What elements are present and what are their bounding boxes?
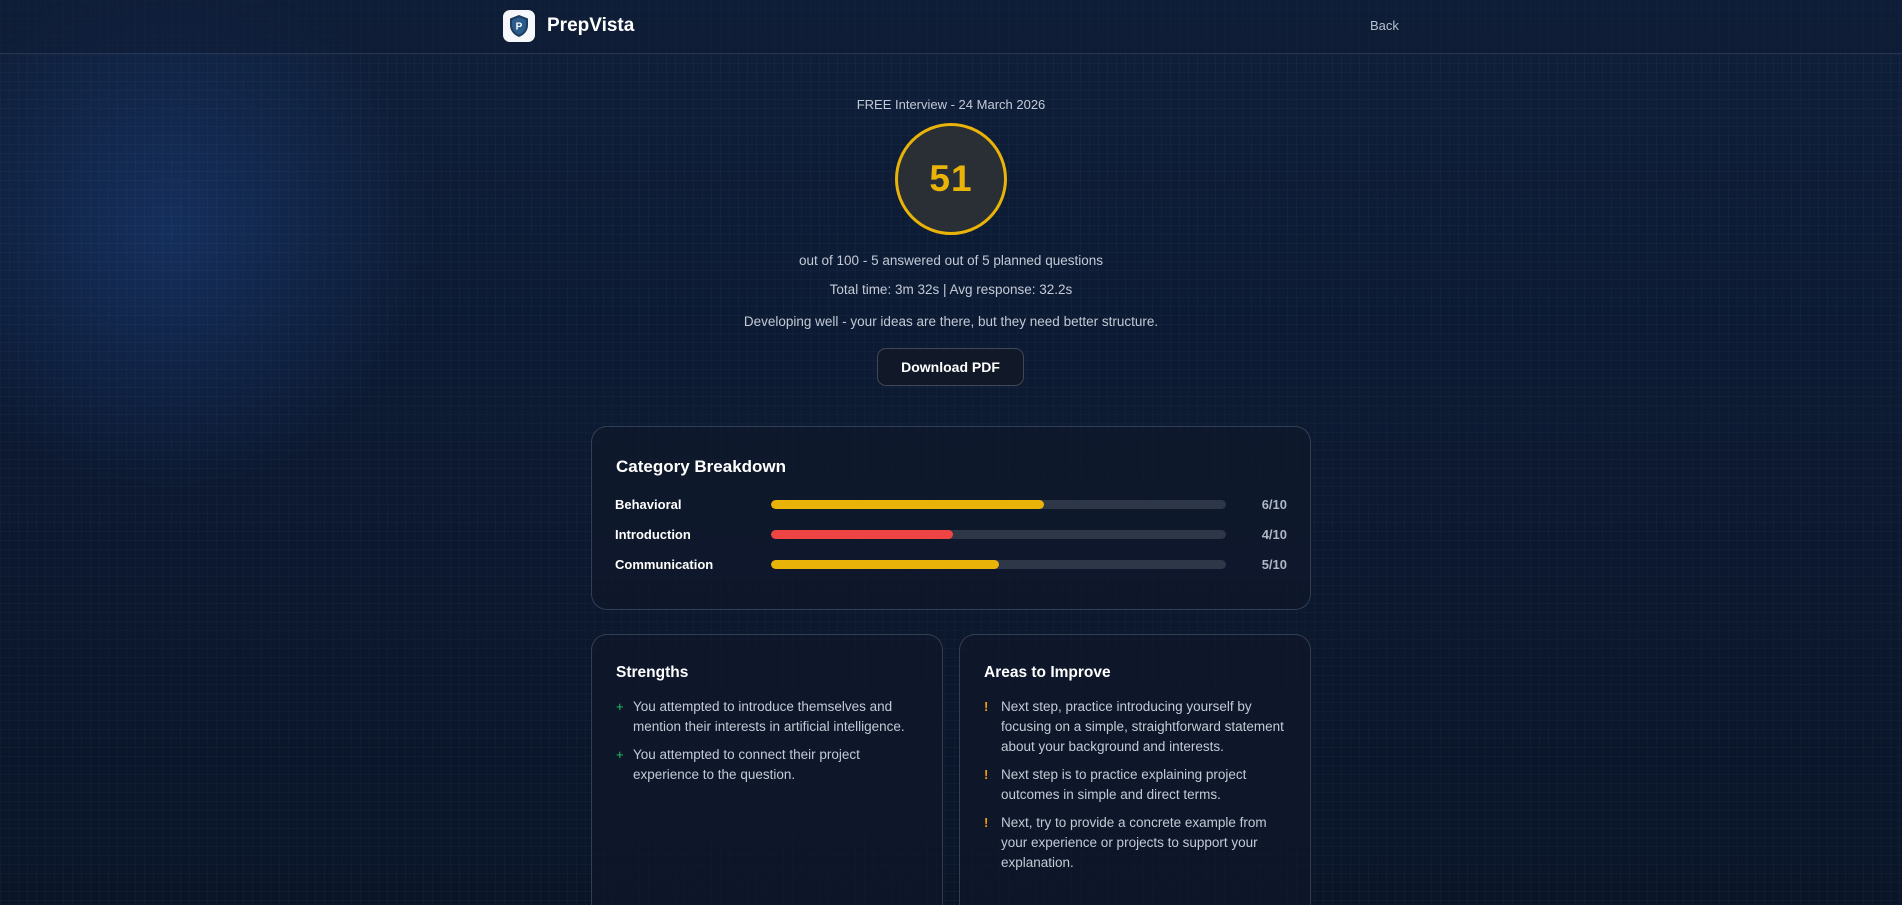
- category-row-behavioral: Behavioral 6/10: [615, 496, 1287, 514]
- shield-logo-icon: P: [503, 10, 535, 42]
- interview-subtitle: FREE Interview - 24 March 2026: [856, 97, 1046, 112]
- brand[interactable]: P PrepVista: [503, 10, 634, 42]
- list-item: + You attempted to introduce themselves …: [616, 697, 916, 737]
- download-pdf-button[interactable]: Download PDF: [877, 348, 1024, 386]
- exclamation-icon: !: [984, 699, 989, 714]
- category-breakdown-card: Category Breakdown Behavioral 6/10 Intro…: [591, 426, 1311, 610]
- plus-icon: +: [616, 747, 624, 762]
- score-summary: out of 100 - 5 answered out of 5 planned…: [799, 253, 1103, 268]
- svg-text:P: P: [516, 22, 523, 33]
- top-navbar: P PrepVista Back: [0, 0, 1902, 54]
- exclamation-icon: !: [984, 767, 989, 782]
- plus-icon: +: [616, 699, 624, 714]
- category-row-communication: Communication 5/10: [615, 556, 1287, 574]
- exclamation-icon: !: [984, 815, 989, 830]
- category-label: Communication: [615, 557, 714, 572]
- category-label: Behavioral: [615, 497, 682, 512]
- category-score: 4/10: [1261, 527, 1287, 542]
- back-link[interactable]: Back: [1370, 18, 1399, 33]
- card-title: Strengths: [616, 664, 689, 681]
- list-item: ! Next step is to practice explaining pr…: [984, 765, 1284, 805]
- category-label: Introduction: [615, 527, 691, 542]
- strength-text: You attempted to connect their project e…: [633, 747, 860, 782]
- strengths-list: + You attempted to introduce themselves …: [616, 697, 916, 793]
- feedback-message: Developing well - your ideas are there, …: [743, 314, 1159, 329]
- category-score: 6/10: [1261, 497, 1287, 512]
- improve-list: ! Next step, practice introducing yourse…: [984, 697, 1284, 881]
- list-item: + You attempted to connect their project…: [616, 745, 916, 785]
- card-title: Category Breakdown: [616, 457, 787, 476]
- areas-to-improve-card: Areas to Improve ! Next step, practice i…: [959, 634, 1311, 905]
- card-title: Areas to Improve: [984, 664, 1111, 681]
- improve-text: Next, try to provide a concrete example …: [1001, 815, 1267, 870]
- category-bar-fill: [771, 530, 953, 539]
- strength-text: You attempted to introduce themselves an…: [633, 699, 905, 734]
- strengths-card: Strengths + You attempted to introduce t…: [591, 634, 943, 905]
- improve-text: Next step, practice introducing yourself…: [1001, 699, 1284, 754]
- category-bar-track: [771, 500, 1226, 509]
- category-row-introduction: Introduction 4/10: [615, 526, 1287, 544]
- list-item: ! Next step, practice introducing yourse…: [984, 697, 1284, 757]
- category-score: 5/10: [1261, 557, 1287, 572]
- category-bar-fill: [771, 560, 999, 569]
- score-value: 51: [929, 158, 973, 199]
- score-ring: 51: [895, 123, 1007, 235]
- category-bar-fill: [771, 500, 1044, 509]
- time-summary: Total time: 3m 32s | Avg response: 32.2s: [829, 282, 1073, 297]
- category-bar-track: [771, 560, 1226, 569]
- list-item: ! Next, try to provide a concrete exampl…: [984, 813, 1284, 873]
- improve-text: Next step is to practice explaining proj…: [1001, 767, 1247, 802]
- category-bar-track: [771, 530, 1226, 539]
- brand-name: PrepVista: [547, 15, 635, 36]
